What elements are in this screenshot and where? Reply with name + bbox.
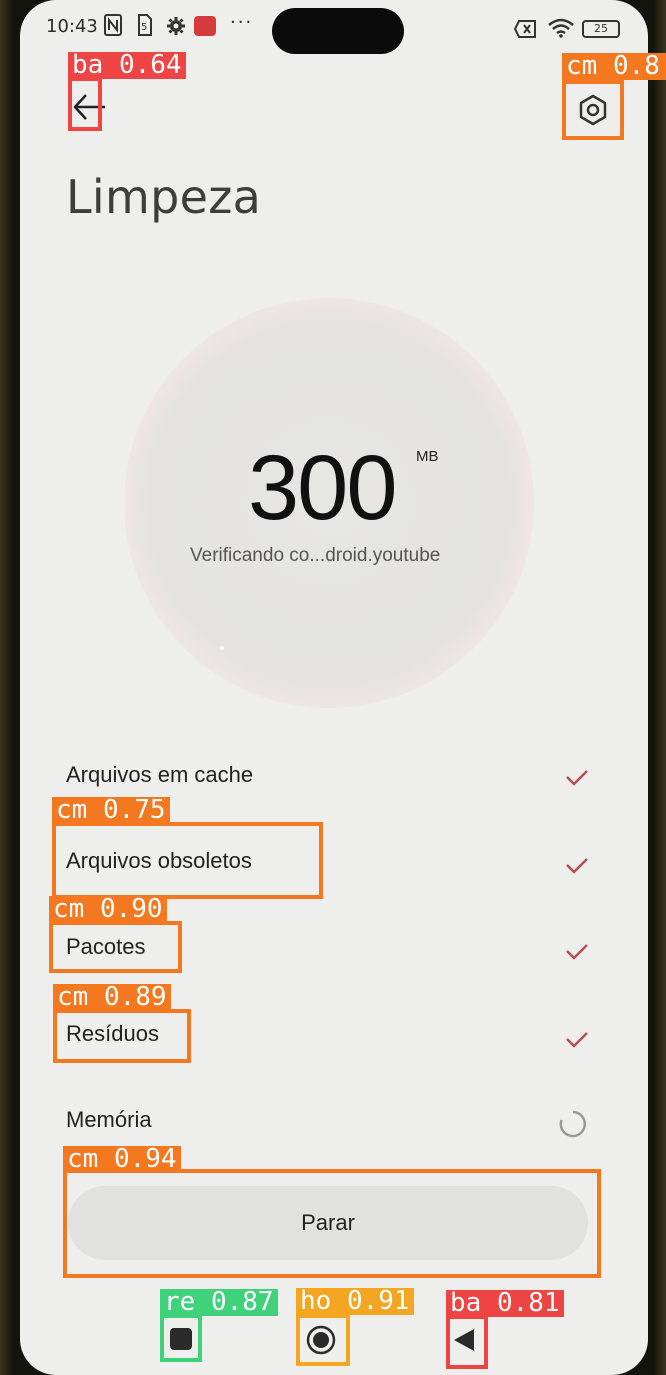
nfc-icon <box>104 14 122 36</box>
detection-box-obsolete <box>52 822 323 899</box>
check-icon <box>565 942 589 962</box>
ring-progress-dot <box>220 646 224 650</box>
sim-icon: 5 <box>136 14 152 36</box>
detection-label: ho 0.91 <box>296 1288 414 1315</box>
scan-size-unit: MB <box>416 448 439 465</box>
detection-box-back <box>68 77 102 131</box>
detection-box-residues <box>53 1009 191 1063</box>
category-cache: Arquivos em cache <box>66 762 254 787</box>
check-icon <box>565 1030 589 1050</box>
scan-size-value: 300 <box>248 437 397 539</box>
gear-icon <box>166 16 186 36</box>
detection-label: ba 0.64 <box>68 52 186 79</box>
detection-label: re 0.87 <box>160 1289 278 1316</box>
app-notification-icon <box>194 16 216 36</box>
detection-label: cm 0.90 <box>49 896 167 923</box>
loading-spinner-icon <box>558 1109 588 1139</box>
more-dots-icon: ··· <box>230 12 254 33</box>
page-title: Limpeza <box>66 170 262 224</box>
svg-text:5: 5 <box>141 22 147 33</box>
detection-label: cm 0.8 <box>562 53 666 80</box>
detection-label: cm 0.89 <box>53 984 171 1011</box>
battery-icon: 25 <box>582 20 620 38</box>
detection-box-packages <box>49 921 182 973</box>
detection-label: cm 0.94 <box>63 1146 181 1173</box>
detection-box-stop <box>63 1169 601 1278</box>
detection-box-home <box>296 1314 350 1366</box>
no-sim-icon <box>513 20 536 38</box>
detection-box-back-nav <box>446 1315 488 1369</box>
check-icon <box>565 768 589 788</box>
scan-status-text: Verificando co...droid.youtube <box>190 545 441 566</box>
status-time: 10:43 <box>46 16 98 37</box>
camera-notch <box>272 8 404 54</box>
detection-label: ba 0.81 <box>446 1290 564 1317</box>
category-memory: Memória <box>66 1107 152 1132</box>
detection-box-settings <box>562 80 624 140</box>
wifi-icon <box>548 18 574 38</box>
detection-box-recents <box>160 1314 202 1362</box>
detection-label: cm 0.75 <box>52 797 170 824</box>
check-icon <box>565 856 589 876</box>
